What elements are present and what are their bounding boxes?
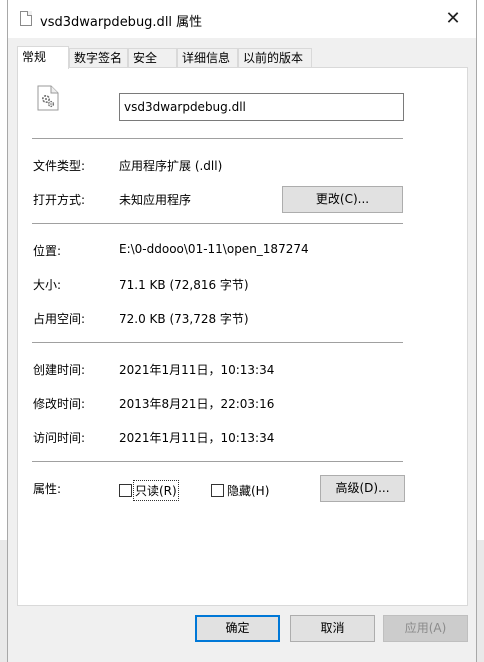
readonly-label[interactable]: 只读(R) bbox=[133, 480, 179, 501]
size-value: 71.1 KB (72,816 字节) bbox=[119, 278, 249, 292]
gear-document-icon bbox=[37, 85, 59, 111]
size-on-disk-value: 72.0 KB (73,728 字节) bbox=[119, 312, 249, 326]
modified-label: 修改时间: bbox=[33, 397, 86, 411]
size-label: 大小: bbox=[33, 278, 62, 292]
modified-value: 2013年8月21日，22:03:16 bbox=[119, 397, 275, 411]
tab-general[interactable]: 常规 bbox=[17, 46, 69, 69]
tab-previous-versions[interactable]: 以前的版本 bbox=[238, 48, 312, 67]
filename-input[interactable] bbox=[119, 93, 404, 121]
created-value: 2021年1月11日，10:13:34 bbox=[119, 363, 275, 377]
accessed-value: 2021年1月11日，10:13:34 bbox=[119, 431, 275, 445]
separator bbox=[32, 138, 403, 139]
readonly-checkbox[interactable] bbox=[119, 484, 132, 497]
location-value: E:\0-ddooo\01-11\open_187274 bbox=[119, 242, 309, 256]
close-button[interactable]: ✕ bbox=[430, 0, 476, 38]
created-label: 创建时间: bbox=[33, 363, 86, 377]
accessed-label: 访问时间: bbox=[33, 431, 86, 445]
change-button[interactable]: 更改(C)... bbox=[282, 186, 403, 213]
hidden-label[interactable]: 隐藏(H) bbox=[227, 482, 269, 499]
document-icon bbox=[20, 11, 32, 26]
cancel-button[interactable]: 取消 bbox=[290, 615, 375, 642]
tab-security[interactable]: 安全 bbox=[128, 48, 177, 67]
size-on-disk-label: 占用空间: bbox=[33, 312, 86, 326]
apply-button[interactable]: 应用(A) bbox=[383, 615, 468, 642]
general-panel: 文件类型: 应用程序扩展 (.dll) 打开方式: 未知应用程序 更改(C)..… bbox=[17, 67, 468, 606]
title-bar[interactable]: vsd3dwarpdebug.dll 属性 ✕ bbox=[8, 0, 476, 38]
window-title: vsd3dwarpdebug.dll 属性 bbox=[40, 15, 203, 30]
attributes-label: 属性: bbox=[33, 482, 62, 496]
hidden-checkbox[interactable] bbox=[211, 484, 224, 497]
file-type-label: 文件类型: bbox=[33, 159, 86, 173]
background-window-right bbox=[476, 540, 484, 662]
tab-digital-signatures[interactable]: 数字签名 bbox=[69, 48, 128, 67]
separator bbox=[32, 342, 403, 343]
separator bbox=[32, 223, 403, 224]
opens-with-label: 打开方式: bbox=[33, 193, 86, 207]
separator bbox=[32, 461, 403, 462]
file-type-value: 应用程序扩展 (.dll) bbox=[119, 159, 223, 173]
tab-details[interactable]: 详细信息 bbox=[177, 48, 238, 67]
properties-dialog: vsd3dwarpdebug.dll 属性 ✕ 常规 数字签名 安全 详细信息 … bbox=[7, 0, 477, 662]
location-label: 位置: bbox=[33, 244, 62, 258]
advanced-button[interactable]: 高级(D)... bbox=[320, 475, 405, 502]
opens-with-value: 未知应用程序 bbox=[119, 193, 192, 207]
ok-button[interactable]: 确定 bbox=[195, 615, 280, 642]
